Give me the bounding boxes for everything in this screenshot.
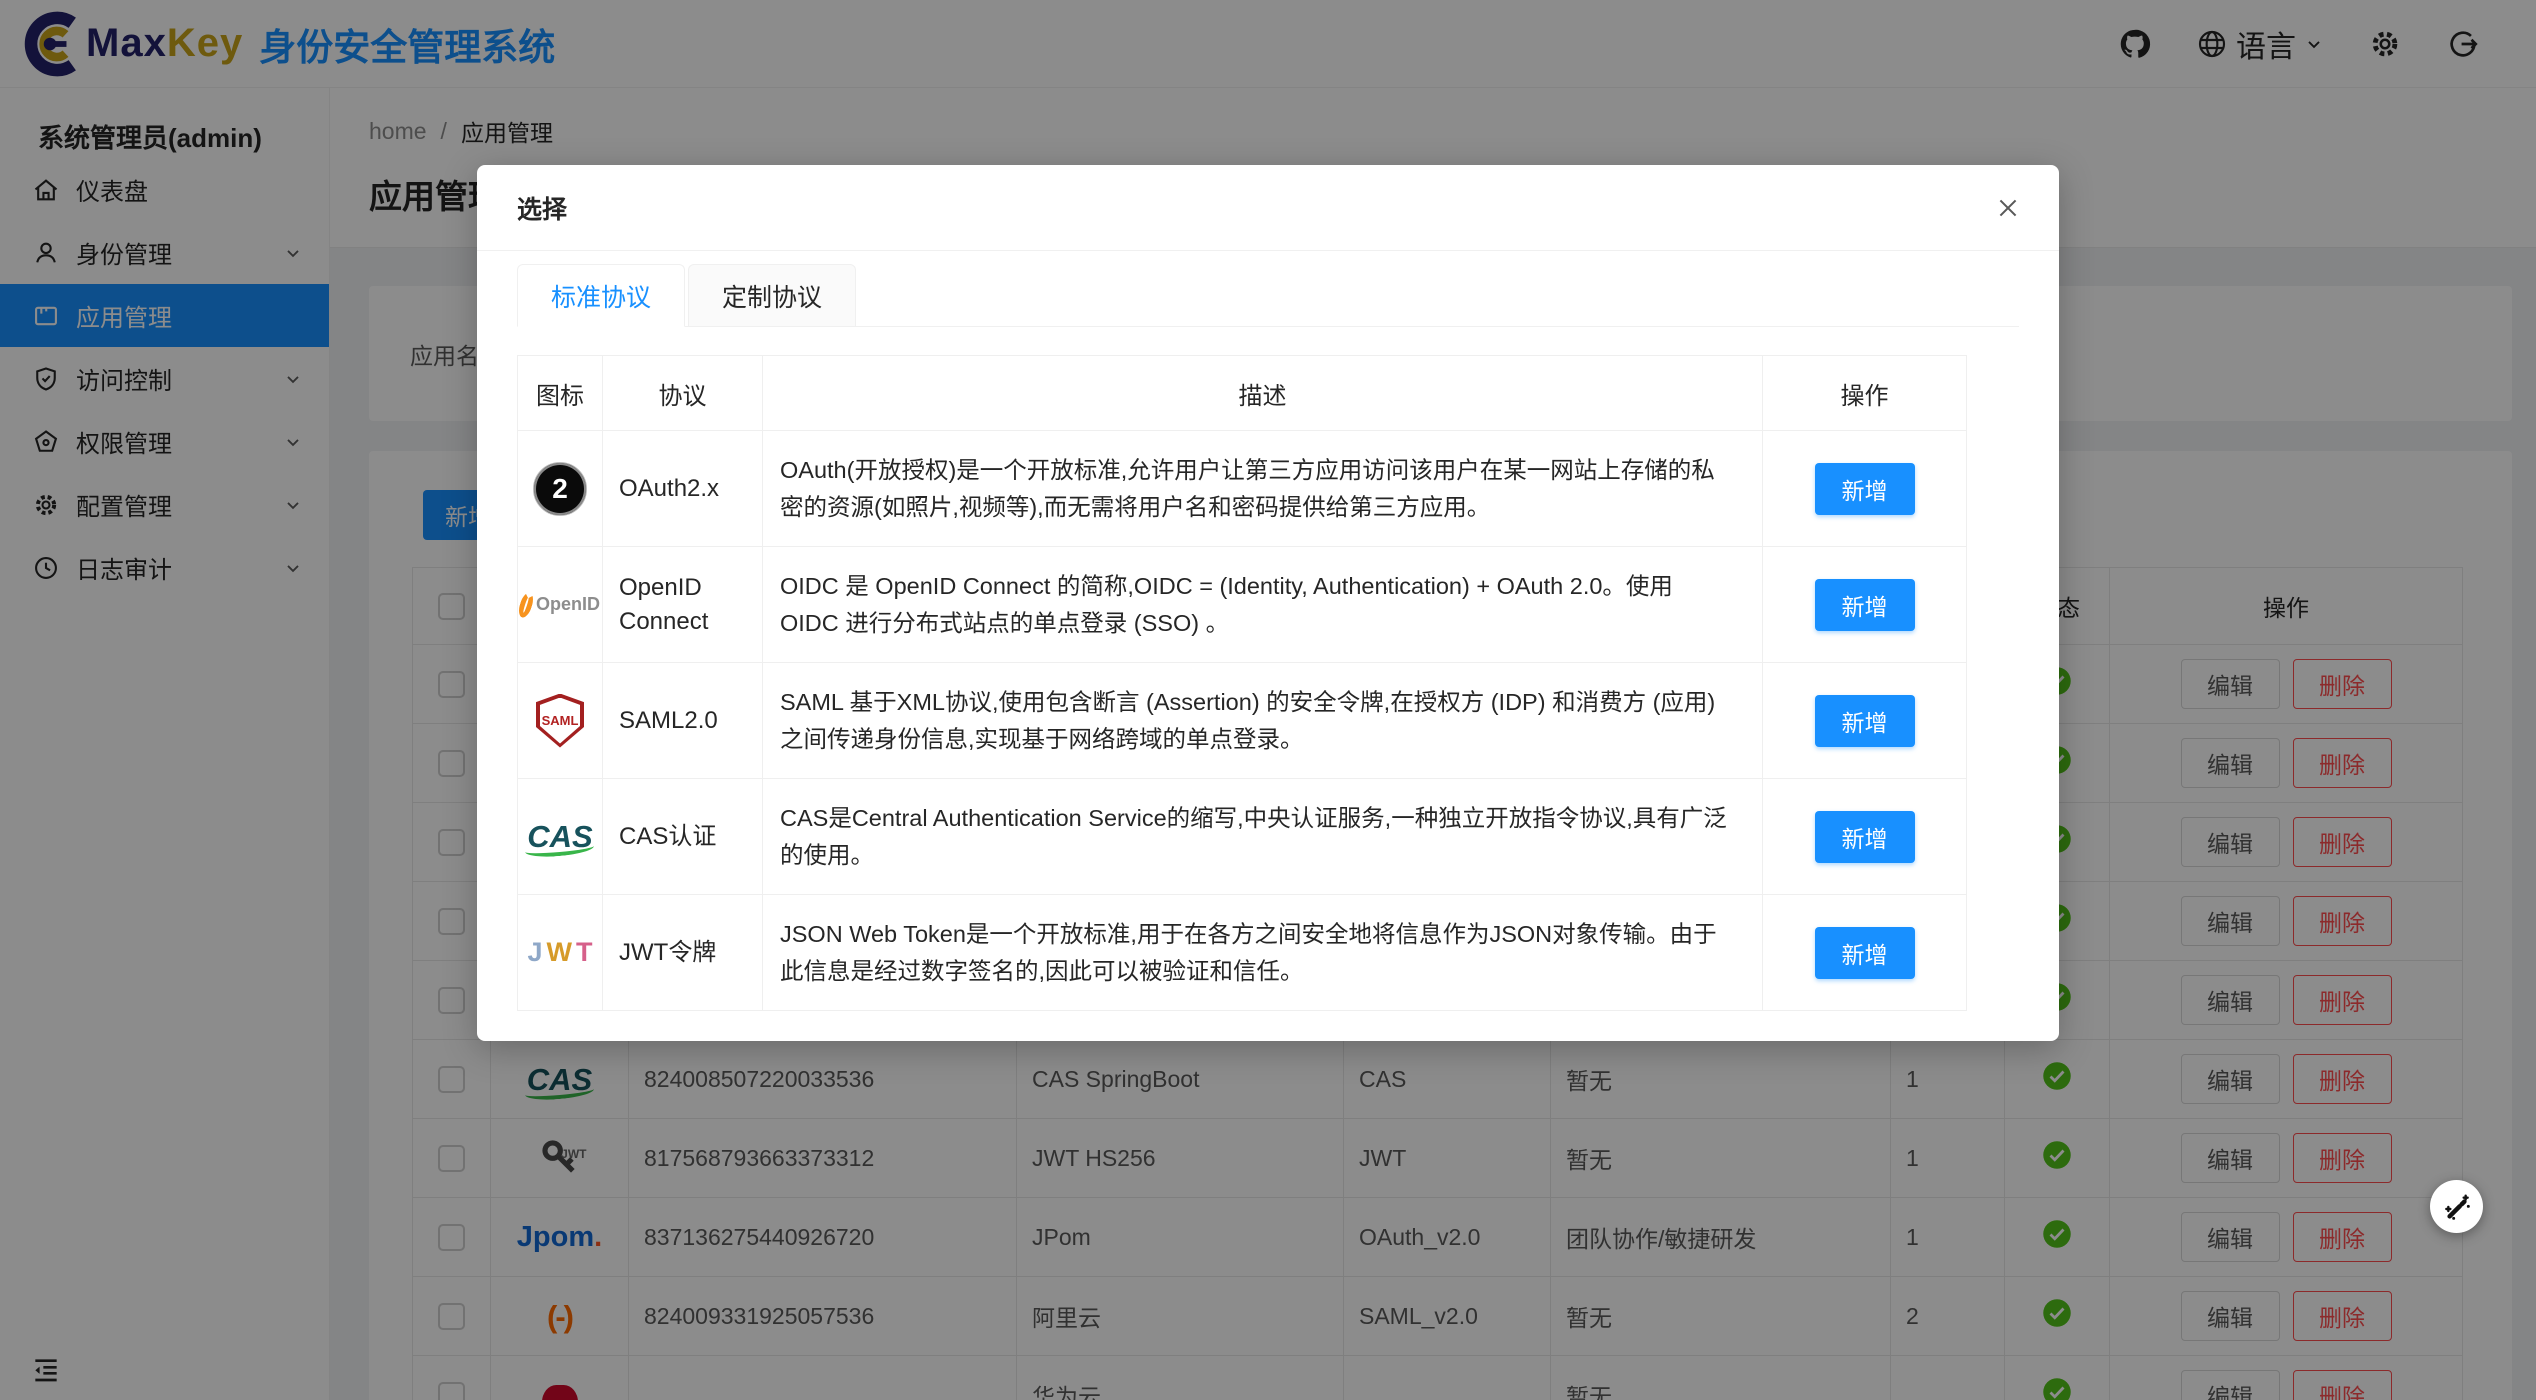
protocol-name: JWT令牌 bbox=[603, 895, 763, 1011]
select-protocol-modal: 选择 标准协议定制协议 图标 协议 描述 操作 2 OAuth2.xOAuth(开… bbox=[477, 165, 2059, 1041]
protocol-description: SAML 基于XML协议,使用包含断言 (Assertion) 的安全令牌,在授… bbox=[763, 663, 1763, 779]
protocol-tabs: 标准协议定制协议 bbox=[517, 264, 2019, 327]
add-protocol-button[interactable]: 新增 bbox=[1815, 579, 1915, 631]
modal-title: 选择 bbox=[517, 190, 567, 226]
cas-logo-icon: CAS bbox=[527, 821, 592, 852]
modal-body: 标准协议定制协议 图标 协议 描述 操作 2 OAuth2.xOAuth(开放授权… bbox=[477, 251, 2059, 1011]
protocol-description: OIDC 是 OpenID Connect 的简称,OIDC = (Identi… bbox=[763, 547, 1763, 663]
tab-custom-protocol[interactable]: 定制协议 bbox=[688, 264, 856, 327]
saml-logo-icon: SAML bbox=[536, 694, 584, 748]
add-protocol-button[interactable]: 新增 bbox=[1815, 695, 1915, 747]
oauth2-logo-icon: 2 bbox=[533, 462, 587, 516]
magic-wand-icon bbox=[2441, 1191, 2473, 1223]
protocol-description: CAS是Central Authentication Service的缩写,中央… bbox=[763, 779, 1763, 895]
column-header-protocol: 协议 bbox=[603, 356, 763, 431]
protocol-name: SAML2.0 bbox=[603, 663, 763, 779]
magic-wand-button[interactable] bbox=[2430, 1180, 2483, 1233]
protocol-table-header-row: 图标 协议 描述 操作 bbox=[518, 356, 1967, 431]
add-protocol-button[interactable]: 新增 bbox=[1815, 927, 1915, 979]
column-header-icon: 图标 bbox=[518, 356, 603, 431]
protocol-row: CAS CAS认证CAS是Central Authentication Servi… bbox=[518, 779, 1967, 895]
add-protocol-button[interactable]: 新增 bbox=[1815, 463, 1915, 515]
protocol-row: OpenIDOpenID ConnectOIDC 是 OpenID Connec… bbox=[518, 547, 1967, 663]
tab-standard-protocol[interactable]: 标准协议 bbox=[517, 264, 685, 327]
column-header-actions: 操作 bbox=[1763, 356, 1967, 431]
openid-logo-icon: OpenID bbox=[520, 592, 600, 618]
protocol-row: SAML SAML2.0SAML 基于XML协议,使用包含断言 (Assertio… bbox=[518, 663, 1967, 779]
column-header-description: 描述 bbox=[763, 356, 1763, 431]
protocol-description: OAuth(开放授权)是一个开放标准,允许用户让第三方应用访问该用户在某一网站上… bbox=[763, 431, 1763, 547]
protocol-name: OAuth2.x bbox=[603, 431, 763, 547]
protocol-table: 图标 协议 描述 操作 2 OAuth2.xOAuth(开放授权)是一个开放标准,… bbox=[517, 355, 1967, 1011]
protocol-row: 2 OAuth2.xOAuth(开放授权)是一个开放标准,允许用户让第三方应用访问… bbox=[518, 431, 1967, 547]
jwt-logo-icon: JWT bbox=[527, 939, 592, 966]
close-icon[interactable] bbox=[1995, 195, 2021, 221]
protocol-name: OpenID Connect bbox=[603, 547, 763, 663]
modal-header: 选择 bbox=[477, 165, 2059, 251]
protocol-row: JWT JWT令牌JSON Web Token是一个开放标准,用于在各方之间安全地… bbox=[518, 895, 1967, 1011]
protocol-description: JSON Web Token是一个开放标准,用于在各方之间安全地将信息作为JSO… bbox=[763, 895, 1763, 1011]
add-protocol-button[interactable]: 新增 bbox=[1815, 811, 1915, 863]
protocol-name: CAS认证 bbox=[603, 779, 763, 895]
